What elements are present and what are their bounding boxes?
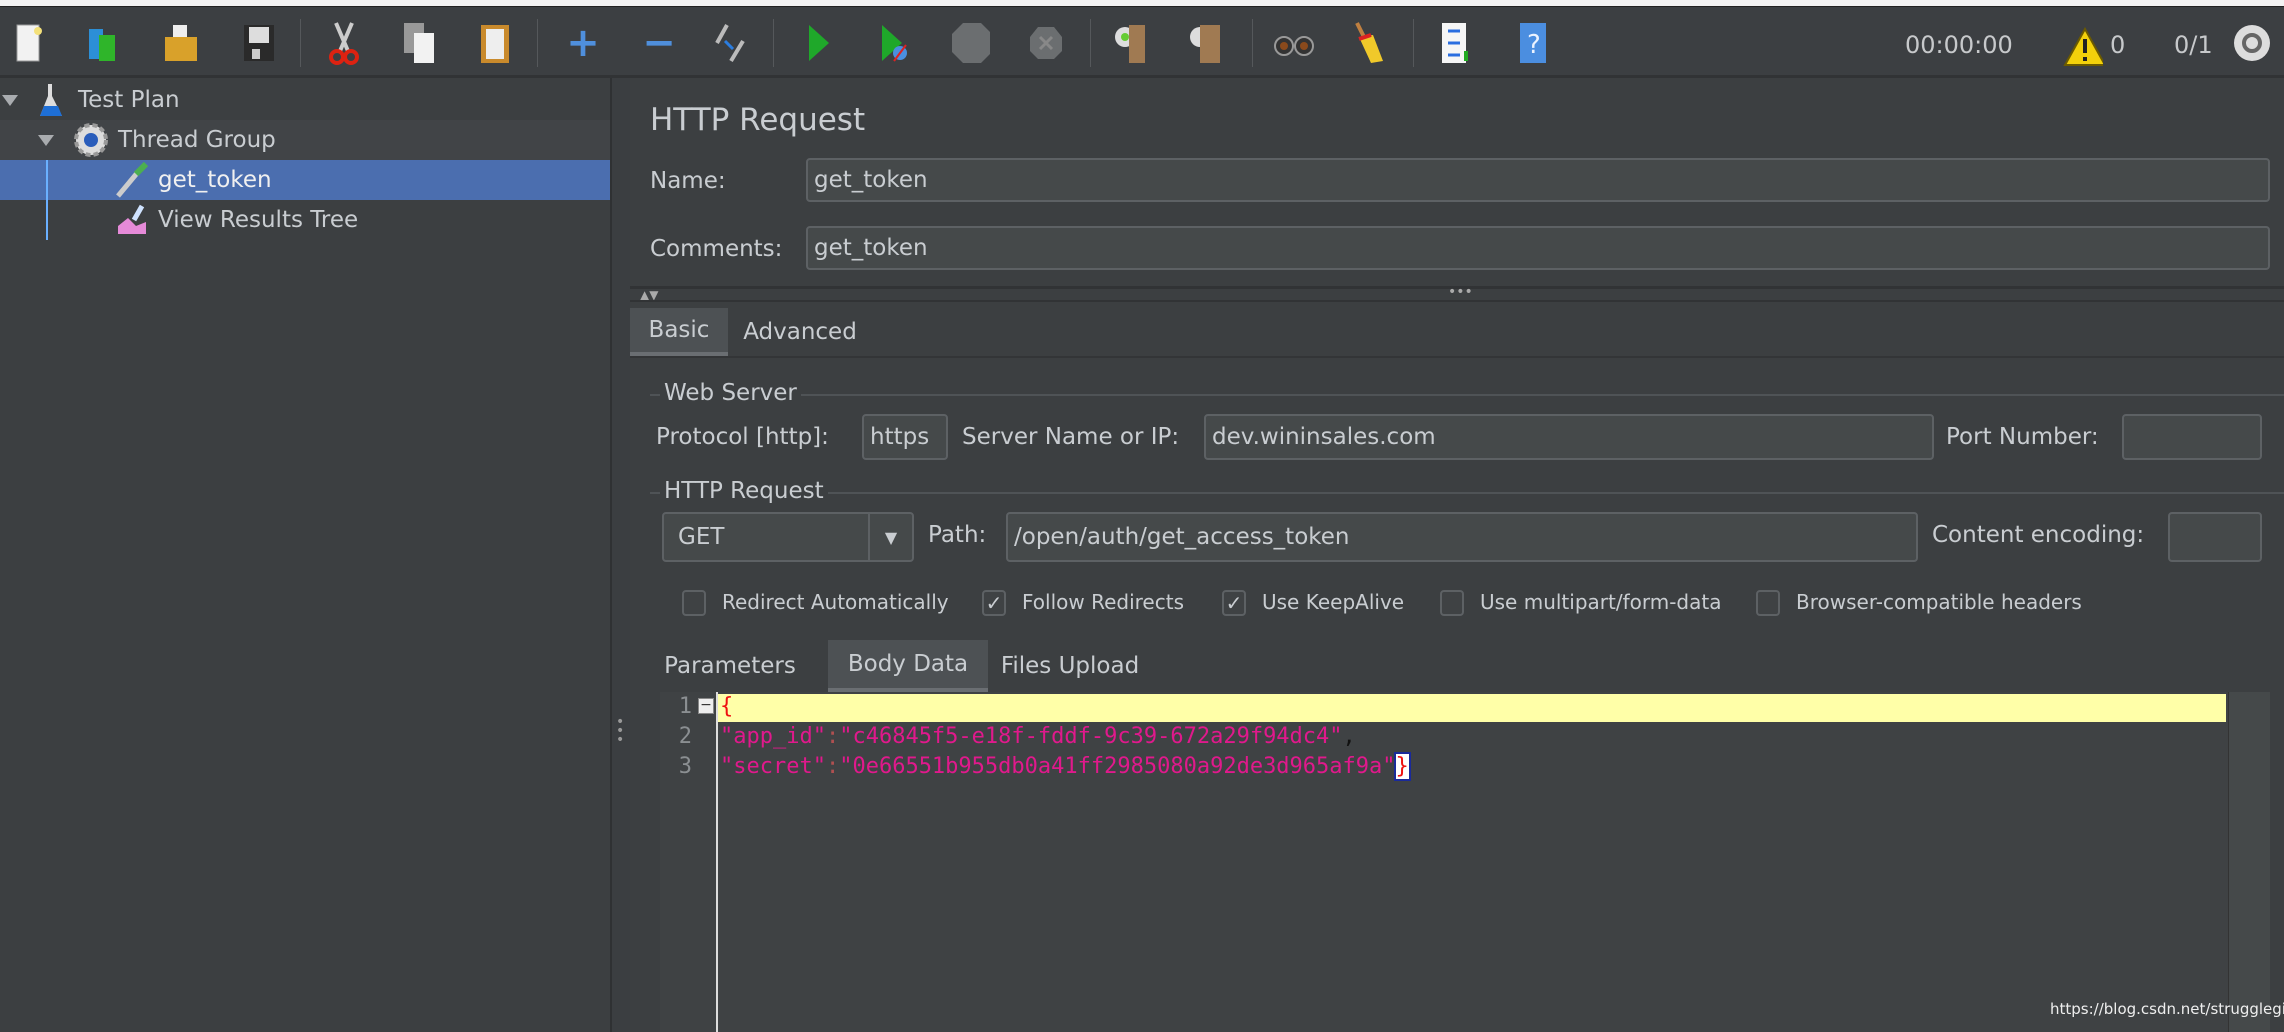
follow-redirects-checkbox[interactable]: ✓ [982,590,1006,616]
line-number: 2 [678,724,692,749]
help-icon[interactable]: ? [1513,21,1553,65]
chart-icon [116,204,148,242]
redirect-automatically-checkbox[interactable] [682,590,706,616]
remote-status-icon[interactable] [2232,21,2272,65]
path-input[interactable]: /open/auth/get_access_token [1006,512,1918,562]
svg-text:?: ? [1527,30,1541,60]
copy-icon[interactable] [400,21,440,65]
clear-icon[interactable] [1111,21,1151,65]
name-label: Name: [650,168,726,194]
tab-parameters[interactable]: Parameters [662,640,798,692]
elapsed-timer: 00:00:00 [1905,31,2013,59]
stop-icon[interactable] [950,21,990,65]
test-plan-tree: Test Plan Thread Group get_token View Re… [0,78,612,1032]
tree-item-label: Thread Group [118,127,276,153]
line-number: 3 [678,754,692,779]
gear-icon [74,123,108,163]
splitter-handle[interactable]: ••• [1448,284,1473,300]
collapse-arrow-icon[interactable] [2,95,18,106]
comments-label: Comments: [650,236,783,262]
method-select[interactable]: GET ▼ [662,512,914,562]
tab-basic[interactable]: Basic [630,308,728,356]
code-line-2: "app_id":"c46845f5-e18f-fddf-9c39-672a29… [720,724,1356,749]
open-icon[interactable] [161,21,201,65]
search-icon[interactable] [1274,21,1314,65]
checkbox-label: Use multipart/form-data [1480,590,1722,614]
code-line-3: "secret":"0e66551b955db0a41ff2985080a92d… [720,752,1411,781]
checkbox-label: Follow Redirects [1022,590,1184,614]
collapse-arrow-icon[interactable] [38,135,54,146]
vertical-scrollbar[interactable] [2228,692,2270,1032]
server-name-input[interactable]: dev.wininsales.com [1204,414,1934,460]
toggle-icon[interactable] [711,21,751,65]
cut-icon[interactable] [324,21,364,65]
checkbox-label: Use KeepAlive [1262,590,1405,614]
checkbox-label: Browser-compatible headers [1796,590,2082,614]
port-number-label: Port Number: [1946,424,2099,450]
function-helper-icon[interactable] [1434,21,1474,65]
http-request-heading: HTTP Request [660,478,828,504]
watermark: https://blog.csdn.net/strugglegirl [2050,1000,2284,1018]
warning-count: 0 [2110,31,2126,59]
clear-all-icon[interactable] [1186,21,1226,65]
use-keepalive-checkbox[interactable]: ✓ [1222,590,1246,616]
toolbar: + − ? 00:00:00 0 0/1 [0,6,2284,78]
web-server-heading: Web Server [660,380,801,406]
tree-item-thread-group[interactable]: Thread Group [0,120,610,160]
path-label: Path: [928,522,987,548]
paste-icon[interactable] [475,21,515,65]
line-number: 1 [678,694,692,719]
splitter-handle[interactable]: ••• [616,715,624,748]
protocol-label: Protocol [http]: [656,424,829,450]
shutdown-icon[interactable] [1026,21,1066,65]
comments-input[interactable]: get_token [806,226,2270,270]
method-value: GET [678,524,725,550]
tree-item-view-results-tree[interactable]: View Results Tree [0,200,610,240]
chevron-down-icon[interactable]: ▼ [868,514,912,560]
tree-item-test-plan[interactable]: Test Plan [0,80,610,120]
tab-body-data[interactable]: Body Data [828,640,988,692]
fold-toggle-icon[interactable]: − [698,698,714,714]
content-encoding-label: Content encoding: [1932,522,2145,548]
port-number-input[interactable] [2122,414,2262,460]
warning-icon[interactable] [2063,25,2103,69]
pipette-icon [114,161,150,204]
tree-item-label: Test Plan [78,87,180,113]
expand-icon[interactable]: + [563,20,603,66]
tab-files-upload[interactable]: Files Upload [990,640,1150,692]
content-encoding-input[interactable] [2168,512,2262,562]
thread-count: 0/1 [2174,31,2213,59]
flask-icon [38,82,64,124]
start-no-pauses-icon[interactable] [875,21,915,65]
name-input[interactable]: get_token [806,158,2270,202]
code-brace-open: { [720,694,734,719]
start-icon[interactable] [799,21,839,65]
browser-compatible-headers-checkbox[interactable] [1756,590,1780,616]
body-data-editor[interactable]: 1 2 3 − { "app_id":"c46845f5-e18f-fddf-9… [660,692,2270,1032]
new-icon[interactable] [9,21,49,65]
collapse-icon[interactable]: − [639,20,679,66]
server-name-label: Server Name or IP: [962,424,1180,450]
tree-item-label: View Results Tree [158,207,359,233]
tab-advanced[interactable]: Advanced [730,308,870,356]
tree-item-label: get_token [158,167,272,193]
current-line-highlight [718,694,2226,722]
tree-item-get-token[interactable]: get_token [0,160,610,200]
reset-search-icon[interactable] [1347,21,1387,65]
save-icon[interactable] [239,21,279,65]
templates-icon[interactable] [82,21,122,65]
checkbox-label: Redirect Automatically [722,590,949,614]
multipart-form-data-checkbox[interactable] [1440,590,1464,616]
panel-title: HTTP Request [650,102,866,138]
protocol-input[interactable]: https [862,414,948,460]
